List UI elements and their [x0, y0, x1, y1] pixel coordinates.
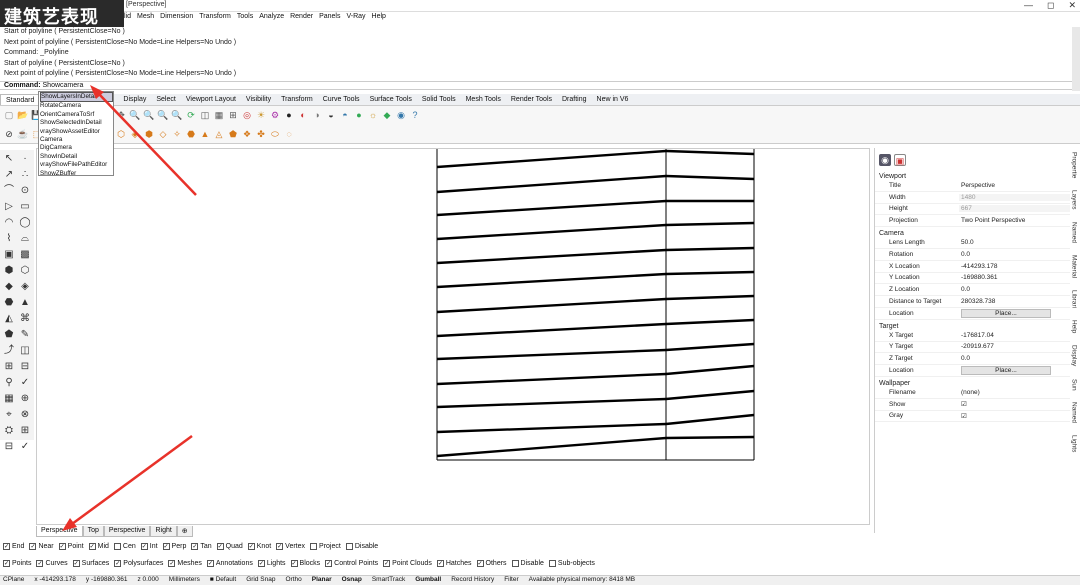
annotation-arrows	[62, 85, 197, 531]
arrow-top	[97, 92, 197, 196]
arrow-bottom-head	[62, 518, 77, 531]
arrow-bottom	[71, 434, 193, 526]
